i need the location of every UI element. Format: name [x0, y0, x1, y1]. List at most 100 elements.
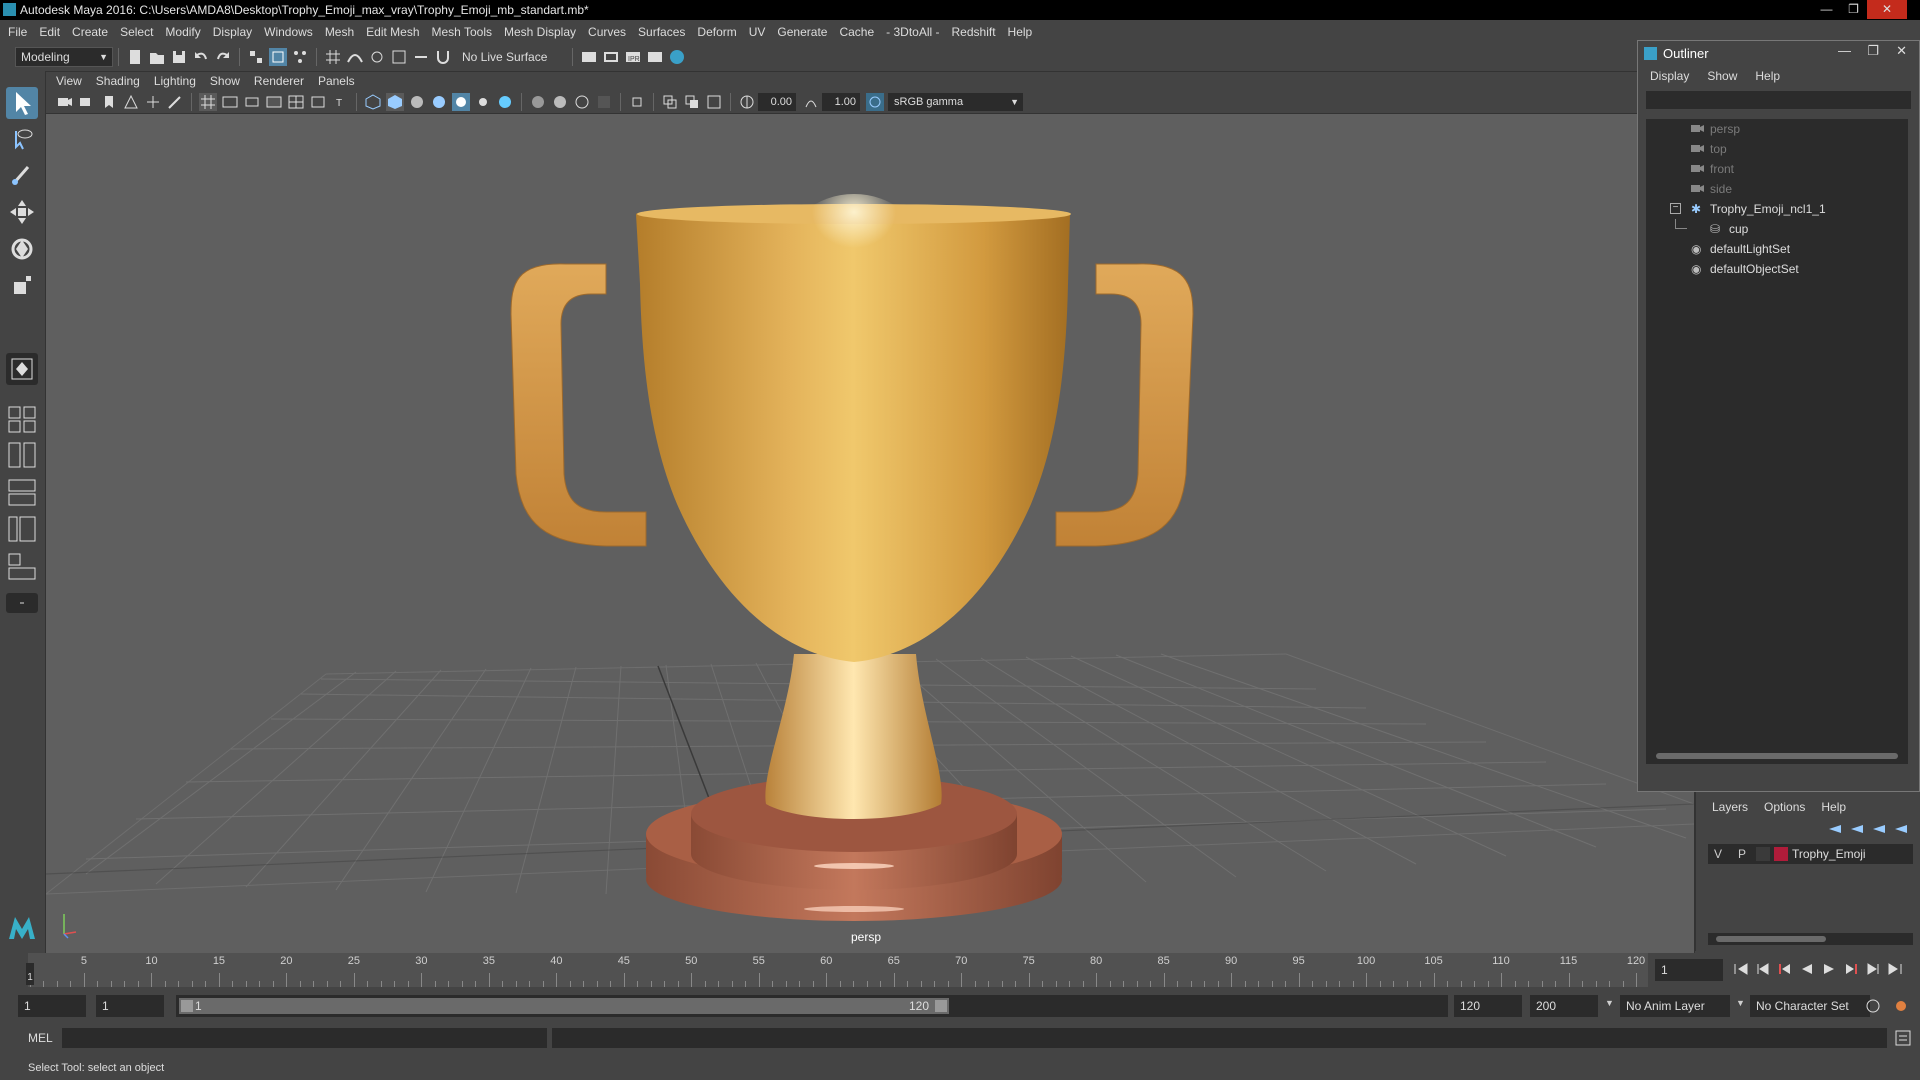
- end-time-field[interactable]: 200: [1530, 995, 1598, 1017]
- panel-menu-shading[interactable]: Shading: [96, 74, 140, 88]
- camera-icon[interactable]: [56, 93, 74, 111]
- range-slider[interactable]: 1 120: [176, 995, 1448, 1017]
- layer-menu-layers[interactable]: Layers: [1712, 800, 1748, 814]
- outliner-menu-display[interactable]: Display: [1650, 69, 1689, 83]
- textured-icon[interactable]: [430, 93, 448, 111]
- layer-menu-options[interactable]: Options: [1764, 800, 1805, 814]
- layer-row[interactable]: V P Trophy_Emoji: [1708, 844, 1913, 864]
- xray-active-icon[interactable]: [683, 93, 701, 111]
- safe-action-icon[interactable]: [309, 93, 327, 111]
- time-slider[interactable]: 5 10 15 20 25 30 35 40 45 50 55 60 65 70 75 80 85 90 95 100…: [0, 953, 1920, 987]
- layout-graph-pane[interactable]: [6, 513, 38, 545]
- new-scene-icon[interactable]: [126, 48, 144, 66]
- paint-select-tool[interactable]: [6, 159, 38, 191]
- viewport-panel[interactable]: View Shading Lighting Show Renderer Pane…: [45, 71, 1695, 956]
- range-slider-handle[interactable]: 1 120: [179, 998, 949, 1014]
- camera-attributes-icon[interactable]: [78, 93, 96, 111]
- menu-3dtoall[interactable]: - 3DtoAll -: [886, 25, 939, 39]
- scale-tool[interactable]: [6, 270, 38, 302]
- preferences-icon[interactable]: [1892, 997, 1910, 1015]
- current-time-marker[interactable]: 1: [26, 963, 34, 985]
- outliner-item[interactable]: ⛁ cup: [1646, 219, 1908, 239]
- menu-generate[interactable]: Generate: [777, 25, 827, 39]
- menu-uv[interactable]: UV: [749, 25, 766, 39]
- time-ruler[interactable]: 5 10 15 20 25 30 35 40 45 50 55 60 65 70 75 80 85 90 95 100…: [26, 953, 1648, 987]
- render-frame-icon[interactable]: [602, 48, 620, 66]
- menu-surfaces[interactable]: Surfaces: [638, 25, 685, 39]
- magnet-icon[interactable]: [434, 48, 452, 66]
- close-button[interactable]: ✕: [1867, 0, 1907, 19]
- outliner-item[interactable]: top: [1646, 139, 1908, 159]
- start-time-field[interactable]: 1: [18, 995, 86, 1017]
- menu-help[interactable]: Help: [1008, 25, 1033, 39]
- playback-start-field[interactable]: 1: [96, 995, 164, 1017]
- move-tool[interactable]: [6, 196, 38, 228]
- command-language-label[interactable]: MEL: [28, 1031, 53, 1045]
- 2d-pan-zoom-icon[interactable]: [144, 93, 162, 111]
- exposure-icon[interactable]: [738, 93, 756, 111]
- shadows-icon[interactable]: [474, 93, 492, 111]
- step-forward-icon[interactable]: [1864, 960, 1882, 978]
- menu-edit-mesh[interactable]: Edit Mesh: [366, 25, 419, 39]
- snap-view-plane-icon[interactable]: [390, 48, 408, 66]
- layout-single-pane[interactable]: [6, 403, 38, 435]
- character-set-dropdown[interactable]: No Character Set: [1750, 995, 1870, 1017]
- frame-selection-icon[interactable]: [705, 93, 723, 111]
- minimize-button[interactable]: —: [1813, 0, 1840, 19]
- range-start-grip[interactable]: [181, 1000, 193, 1012]
- outliner-item[interactable]: ◉ defaultLightSet: [1646, 239, 1908, 259]
- grid-icon[interactable]: [199, 92, 217, 111]
- save-scene-icon[interactable]: [170, 48, 188, 66]
- minimize-icon[interactable]: —: [1838, 43, 1851, 58]
- current-frame-field[interactable]: 1: [1655, 959, 1723, 981]
- menu-mesh-display[interactable]: Mesh Display: [504, 25, 576, 39]
- chevron-down-icon[interactable]: ▼: [1605, 998, 1614, 1008]
- menu-curves[interactable]: Curves: [588, 25, 626, 39]
- xray-joints-icon[interactable]: [661, 93, 679, 111]
- make-live-icon[interactable]: [412, 48, 430, 66]
- go-to-start-icon[interactable]: [1732, 960, 1750, 978]
- xray-icon[interactable]: [496, 93, 514, 111]
- safe-title-icon[interactable]: T: [331, 93, 349, 111]
- anim-layer-dropdown[interactable]: No Anim Layer: [1620, 995, 1730, 1017]
- outliner-list[interactable]: persp top front side − ✱ Trophy_Emoji_nc…: [1646, 119, 1908, 764]
- gamma-field[interactable]: 1.00: [822, 92, 860, 111]
- new-layer-selected-icon[interactable]: [1892, 820, 1910, 838]
- smooth-shade-icon[interactable]: [386, 92, 404, 111]
- select-tool[interactable]: [6, 87, 38, 119]
- motion-blur-icon[interactable]: [551, 93, 569, 111]
- outliner-horizontal-scrollbar[interactable]: [1646, 750, 1908, 762]
- scene-view[interactable]: [46, 114, 1694, 956]
- panel-menu-show[interactable]: Show: [210, 74, 240, 88]
- exposure-field[interactable]: 0.00: [758, 92, 796, 111]
- menu-mesh[interactable]: Mesh: [325, 25, 354, 39]
- wireframe-on-shaded-icon[interactable]: [408, 93, 426, 111]
- outliner-item[interactable]: ◉ defaultObjectSet: [1646, 259, 1908, 279]
- menu-select[interactable]: Select: [120, 25, 153, 39]
- show-manipulator-tool[interactable]: [6, 353, 38, 385]
- snap-grid-icon[interactable]: [324, 48, 342, 66]
- outliner-item[interactable]: − ✱ Trophy_Emoji_ncl1_1: [1646, 199, 1908, 219]
- isolate-select-icon[interactable]: [628, 93, 646, 111]
- lasso-tool[interactable]: [6, 123, 38, 155]
- play-backward-icon[interactable]: [1798, 960, 1816, 978]
- menu-file[interactable]: File: [8, 25, 27, 39]
- layer-visibility-toggle[interactable]: V: [1714, 847, 1722, 861]
- render-settings-icon[interactable]: [580, 48, 598, 66]
- panel-menu-renderer[interactable]: Renderer: [254, 74, 304, 88]
- image-plane-icon[interactable]: [122, 93, 140, 111]
- chevron-down-icon[interactable]: ▼: [1736, 998, 1745, 1008]
- undo-icon[interactable]: [192, 48, 210, 66]
- auto-key-icon[interactable]: [1864, 997, 1882, 1015]
- screen-space-ao-icon[interactable]: [529, 93, 547, 111]
- trophy-model[interactable]: [510, 194, 1194, 921]
- layer-horizontal-scrollbar[interactable]: [1708, 933, 1913, 945]
- layer-menu-help[interactable]: Help: [1821, 800, 1846, 814]
- restore-button[interactable]: ❐: [1840, 0, 1867, 19]
- go-to-end-icon[interactable]: [1886, 960, 1904, 978]
- render-view-icon[interactable]: [646, 48, 664, 66]
- gamma-icon[interactable]: [802, 93, 820, 111]
- toolbox-collapse[interactable]: [6, 593, 38, 613]
- layout-outliner-pane[interactable]: [6, 476, 38, 508]
- menu-cache[interactable]: Cache: [839, 25, 874, 39]
